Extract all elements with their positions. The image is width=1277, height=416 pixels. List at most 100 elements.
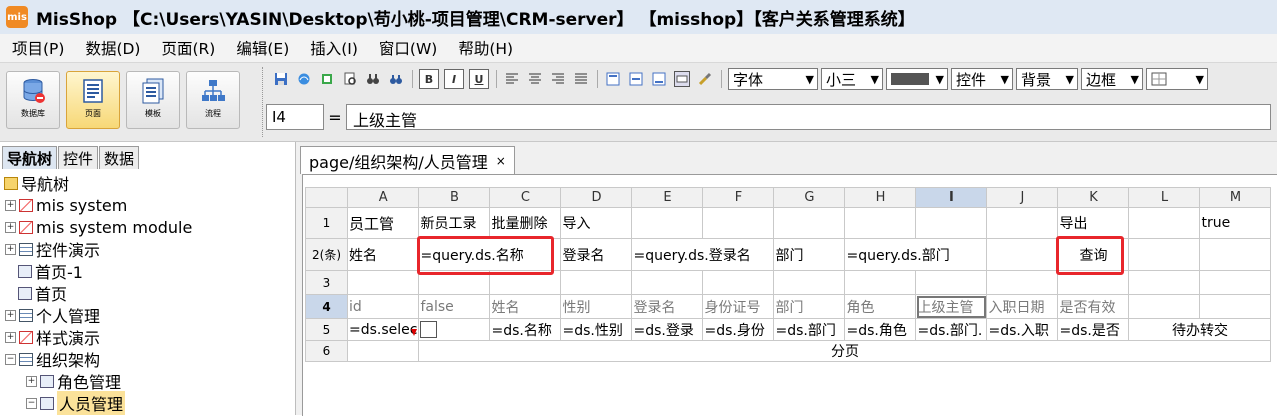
font-color-select[interactable]: ▼ — [886, 68, 948, 90]
cell-l4[interactable] — [1128, 294, 1201, 319]
tree-node-home[interactable]: 首页 — [0, 282, 293, 304]
row-header-3[interactable]: 3 — [305, 270, 348, 295]
cell-k3[interactable] — [1057, 270, 1130, 295]
cell-e5[interactable]: =ds.登录 — [631, 318, 704, 341]
column-header-d[interactable]: D — [560, 187, 633, 208]
row-header-2[interactable]: 2(条) — [305, 238, 348, 271]
cell-h4[interactable]: 角色 — [844, 294, 917, 319]
cell-g4[interactable]: 部门 — [773, 294, 846, 319]
column-header-k[interactable]: K — [1057, 187, 1130, 208]
tree-node-home-1[interactable]: 首页-1 — [0, 260, 293, 282]
align-left-icon[interactable] — [503, 70, 521, 88]
tree-node-control-demo[interactable]: + 控件演示 — [0, 238, 293, 260]
cell-k2-search-button[interactable]: 查询 — [1057, 238, 1130, 271]
cell-l1[interactable] — [1128, 207, 1201, 239]
cell-k4[interactable]: 是否有效 — [1057, 294, 1130, 319]
cell-f3[interactable] — [702, 270, 775, 295]
mode-database-button[interactable]: 数据库 — [6, 71, 60, 129]
cell-a3[interactable] — [346, 270, 420, 295]
border-style-select[interactable]: ▼ — [1146, 68, 1208, 90]
tree-node-style-demo[interactable]: + 样式演示 — [0, 326, 293, 348]
cell-g2[interactable]: 部门 — [773, 238, 846, 271]
cell-h2[interactable]: =query.ds.部门 — [844, 238, 988, 271]
mode-flow-button[interactable]: 流程 — [186, 71, 240, 129]
row-header-6[interactable]: 6 — [305, 340, 348, 362]
cell-k1[interactable]: 导出 — [1057, 207, 1130, 239]
column-header-g[interactable]: G — [773, 187, 846, 208]
menu-insert[interactable]: 插入(I) — [298, 37, 367, 59]
cell-g5[interactable]: =ds.部门 — [773, 318, 846, 341]
cell-g3[interactable] — [773, 270, 846, 295]
align-right-icon[interactable] — [549, 70, 567, 88]
italic-icon[interactable]: I — [444, 69, 464, 89]
column-header-h[interactable]: H — [844, 187, 917, 208]
bold-icon[interactable]: B — [419, 69, 439, 89]
cell-a4[interactable]: id — [346, 294, 420, 319]
cell-f1[interactable] — [702, 207, 775, 239]
cell-j1[interactable] — [986, 207, 1059, 239]
export-icon[interactable] — [318, 70, 336, 88]
cell-i4-selected[interactable]: 上级主管 — [915, 294, 988, 319]
expand-icon[interactable]: + — [5, 243, 16, 255]
cell-m1[interactable]: true — [1199, 207, 1272, 239]
cell-a2[interactable]: 姓名 — [346, 238, 420, 271]
expand-icon[interactable]: + — [5, 309, 16, 321]
cell-b5[interactable] — [418, 318, 491, 341]
cell-c4[interactable]: 姓名 — [489, 294, 562, 319]
cell-d5[interactable]: =ds.性别 — [560, 318, 633, 341]
collapse-icon[interactable]: − — [5, 353, 16, 365]
cell-m4[interactable] — [1199, 294, 1272, 319]
column-header-f[interactable]: F — [702, 187, 775, 208]
cell-h1[interactable] — [844, 207, 917, 239]
cell-b6-pagination[interactable]: 分页 — [418, 340, 1272, 362]
document-tab[interactable]: page/组织架构/人员管理 × — [300, 146, 515, 174]
sheet-corner[interactable] — [305, 187, 348, 208]
cell-j4[interactable]: 入职日期 — [986, 294, 1059, 319]
cell-e2[interactable]: =query.ds.登录名 — [631, 238, 775, 271]
column-header-c[interactable]: C — [489, 187, 562, 208]
cell-c5[interactable]: =ds.名称 — [489, 318, 562, 341]
cell-i5[interactable]: =ds.部门. — [915, 318, 988, 341]
cell-b1[interactable]: 新员工录 — [418, 207, 491, 239]
valign-middle-icon[interactable] — [627, 70, 645, 88]
menu-window[interactable]: 窗口(W) — [367, 37, 446, 59]
find-replace-icon[interactable] — [387, 70, 405, 88]
cell-f4[interactable]: 身份证号 — [702, 294, 775, 319]
cell-c3[interactable] — [489, 270, 562, 295]
cell-b2[interactable]: =query.ds.名称 — [418, 238, 562, 271]
row-header-5[interactable]: 5 — [305, 318, 348, 341]
cell-a6[interactable] — [346, 340, 420, 362]
cell-b3[interactable] — [418, 270, 491, 295]
mode-template-button[interactable]: 模板 — [126, 71, 180, 129]
row-header-1[interactable]: 1 — [305, 207, 348, 239]
cell-h5[interactable]: =ds.角色 — [844, 318, 917, 341]
border-select[interactable]: 边框 ▼ — [1081, 68, 1143, 90]
row-header-4[interactable]: 4 — [305, 294, 348, 319]
cell-a1[interactable]: 员工管 — [346, 207, 420, 239]
close-icon[interactable]: × — [496, 154, 506, 168]
cell-e3[interactable] — [631, 270, 704, 295]
underline-icon[interactable]: U — [469, 69, 489, 89]
menu-page[interactable]: 页面(R) — [149, 37, 224, 59]
tree-node-mis-system[interactable]: + mis system — [0, 194, 293, 216]
tree-node-root[interactable]: 导航树 — [0, 172, 293, 194]
tab-controls[interactable]: 控件 — [58, 146, 99, 169]
checkbox[interactable] — [420, 321, 438, 338]
menu-project[interactable]: 项目(P) — [0, 37, 73, 59]
tab-navigation-tree[interactable]: 导航树 — [2, 146, 58, 169]
cell-i3[interactable] — [915, 270, 988, 295]
cell-d2[interactable]: 登录名 — [560, 238, 633, 271]
menu-data[interactable]: 数据(D) — [73, 37, 149, 59]
cell-l5[interactable]: 待办转交 — [1128, 318, 1272, 341]
cell-j2[interactable] — [986, 238, 1059, 271]
format-painter-icon[interactable] — [696, 70, 714, 88]
cell-reference-box[interactable]: I4 — [266, 104, 324, 130]
tree-node-personal[interactable]: + 个人管理 — [0, 304, 293, 326]
menu-edit[interactable]: 编辑(E) — [224, 37, 298, 59]
column-header-j[interactable]: J — [986, 187, 1059, 208]
cell-l2[interactable] — [1128, 238, 1201, 271]
cell-e1[interactable] — [631, 207, 704, 239]
align-center-icon[interactable] — [526, 70, 544, 88]
cell-d1[interactable]: 导入 — [560, 207, 633, 239]
font-family-select[interactable]: 字体 ▼ — [728, 68, 818, 90]
